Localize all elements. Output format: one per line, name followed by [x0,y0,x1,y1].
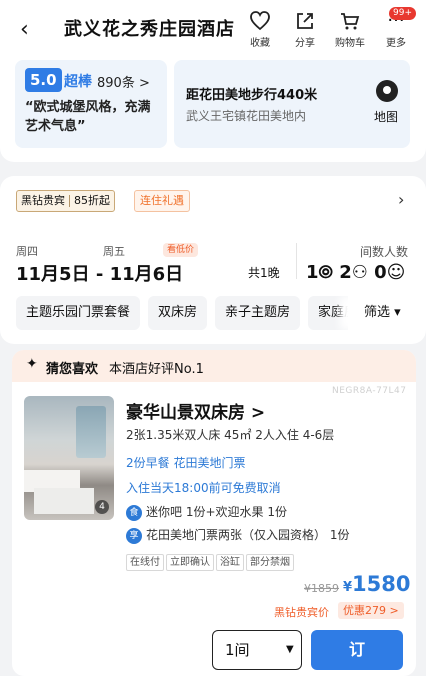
divider [296,243,297,279]
top-bar: ‹ 武义花之秀庄园酒店 收藏 分享 购物车 ··· 更多 99+ [0,0,426,58]
photo-count: 4 [95,500,109,514]
vip-discount: 85折起 [74,194,110,207]
date-range[interactable]: 11月5日 - 11月6日 [16,260,183,286]
cancel-policy: 入住当天18:00前可免费取消 [126,481,281,495]
share-button[interactable]: 分享 [285,10,325,49]
filter-button[interactable]: 筛选 ▾ [348,296,410,330]
price-value: 1580 [352,572,411,596]
back-icon[interactable]: ‹ [20,18,44,42]
qty-value: 1间 [225,641,250,659]
share-icon [297,13,313,29]
hotel-title: 武义花之秀庄园酒店 [64,19,235,40]
breakfast-info: 2份早餐 花田美地门票 [126,456,246,470]
location-card[interactable]: 距花田美地步行440米 武义王宅镇花田美地内 地图 [174,60,410,148]
rating-score: 5.0 [25,68,62,92]
tag: 浴缸 [216,554,244,571]
perk-text: 迷你吧 1份+欢迎水果 1份 [146,505,287,519]
food-icon: 食 [126,504,142,521]
recommend-banner: ✦ 猜您喜欢 本酒店好评No.1 [12,350,416,382]
book-button[interactable]: 订 [311,630,403,670]
rating-level: 超棒 [64,74,92,90]
cart-label: 购物车 [335,38,365,49]
room-qty-select[interactable]: 1间 ▼ [212,630,302,670]
favorite-button[interactable]: 收藏 [240,10,280,49]
room-photo[interactable]: 4 [24,396,114,520]
tag: 部分禁烟 [246,554,294,571]
review-quote: “欧式城堡风格，充满艺术气息” [25,100,151,134]
filter-chip[interactable]: 双床房 [148,296,208,330]
checkin-weekday: 周四 [16,245,38,258]
low-price-tag: 看低价 [163,243,199,257]
current-price: ¥1580 [343,572,411,596]
filter-chip[interactable]: 主题乐园门票套餐 [16,296,141,330]
recommend-subtitle: 本酒店好评No.1 [109,362,204,377]
chevron-right-icon[interactable]: › [398,190,404,209]
room-card: ✦ 猜您喜欢 本酒店好评No.1 NEGR8A-77L47 4 豪华山景双床房 … [12,350,416,676]
guests-selector[interactable]: 1⦾ 2⚇ 0☺ [306,262,405,283]
room-name[interactable]: 豪华山景双床房 > [126,398,265,423]
share-label: 分享 [295,38,315,49]
guests-label: 间数人数 [360,245,409,259]
tag: 立即确认 [166,554,214,571]
recommend-title: 猜您喜欢 [46,362,99,377]
cart-icon [341,13,360,30]
enjoy-icon: 享 [126,527,142,544]
rating-card[interactable]: 5.0 超棒 890条 > “欧式城堡风格，充满艺术气息” [15,60,167,148]
favorite-label: 收藏 [250,38,270,49]
booking-panel: 黑钻贵宾 85折起 连住礼遇 › 周四 周五 看低价 11月5日 - 11月6日 … [0,176,426,344]
checkout-weekday: 周五 [103,245,125,258]
distance-text: 距花田美地步行440米 [186,88,318,103]
map-pin-icon [376,80,398,102]
sparkle-icon: ✦ [26,356,38,372]
original-price: ¥1859 [304,582,339,595]
address-text: 武义王宅镇花田美地内 [186,109,307,123]
vip-badge[interactable]: 黑钻贵宾 85折起 [16,190,115,212]
heart-icon [250,11,270,31]
stay-gift-tag[interactable]: 连住礼遇 [134,190,190,212]
more-label: 更多 [386,38,406,49]
perk-item: 食迷你吧 1份+欢迎水果 1份 [126,503,287,521]
perk-item: 享花田美地门票两张（仅入园资格） 1份 [126,526,349,544]
map-label: 地图 [374,110,399,124]
cart-button[interactable]: 购物车 [330,10,370,49]
perk-text: 花田美地门票两张（仅入园资格） 1份 [146,528,350,542]
cart-count-badge: 99+ [389,7,416,20]
discount-tag[interactable]: 优惠279 > [338,602,404,619]
room-tags: 在线付 立即确认 浴缸 部分禁烟 [126,550,296,571]
room-spec: 2张1.35米双人床 45㎡ 2人入住 4-6层 [126,428,335,442]
vip-price-label: 黑钻贵宾价 [274,606,329,619]
review-count: 890条 > [97,76,150,91]
nights-count: 共1晚 [248,266,280,280]
vip-label: 黑钻贵宾 [21,194,65,207]
tag: 在线付 [126,554,164,571]
watermark-code: NEGR8A-77L47 [332,386,407,396]
caret-down-icon: ▼ [286,644,294,655]
currency: ¥ [343,580,353,595]
filter-chip[interactable]: 亲子主题房 [215,296,301,330]
